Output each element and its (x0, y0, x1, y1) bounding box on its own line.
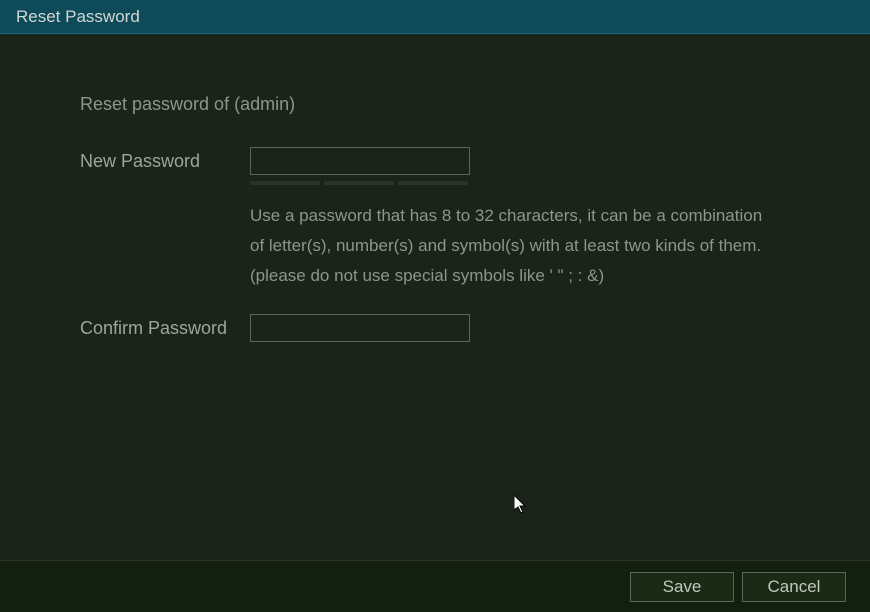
titlebar: Reset Password (0, 0, 870, 34)
new-password-control: Use a password that has 8 to 32 characte… (250, 147, 790, 290)
new-password-label: New Password (80, 147, 250, 172)
strength-bar-3 (398, 181, 468, 185)
confirm-password-label: Confirm Password (80, 314, 250, 339)
confirm-password-input[interactable] (250, 314, 470, 342)
cancel-button[interactable]: Cancel (742, 572, 846, 602)
confirm-password-control (250, 314, 790, 342)
new-password-input[interactable] (250, 147, 470, 175)
new-password-row: New Password Use a password that has 8 t… (80, 147, 790, 290)
confirm-password-row: Confirm Password (80, 314, 790, 342)
save-button[interactable]: Save (630, 572, 734, 602)
strength-bar-1 (250, 181, 320, 185)
mouse-cursor-icon (514, 495, 530, 515)
button-bar: Save Cancel (0, 560, 870, 612)
password-help-text: Use a password that has 8 to 32 characte… (250, 201, 780, 290)
content-area: Reset password of (admin) New Password U… (0, 34, 870, 342)
form-subtitle: Reset password of (admin) (80, 94, 790, 115)
strength-bar-2 (324, 181, 394, 185)
titlebar-title: Reset Password (16, 7, 140, 27)
password-strength-meter (250, 181, 790, 185)
